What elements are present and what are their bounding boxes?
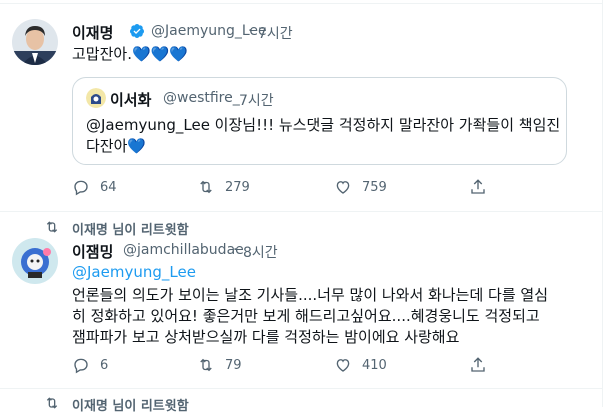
retweet-button[interactable]: 79 bbox=[197, 356, 242, 374]
avatar-quoted bbox=[86, 88, 106, 108]
share-button[interactable] bbox=[469, 178, 487, 196]
retweet-count: 279 bbox=[225, 179, 250, 195]
retweet-label[interactable]: 이재명 님이 리트윗함 bbox=[72, 219, 189, 238]
tweet-text-line-3: 잼파파가 보고 상처받으실까 다를 걱정하는 밤이에요 사랑해요 bbox=[72, 328, 460, 346]
quoted-text-line-1: @Jaemyung_Lee 이장님!!! 뉴스댓글 걱정하지 말라잔아 가좍들이… bbox=[86, 116, 561, 134]
avatar-jamming[interactable] bbox=[12, 238, 58, 284]
retweet-icon bbox=[200, 180, 212, 194]
like-button[interactable]: 410 bbox=[334, 356, 387, 374]
share-button[interactable] bbox=[469, 356, 487, 374]
reply-icon bbox=[74, 180, 88, 196]
like-count: 759 bbox=[362, 179, 387, 195]
top-divider bbox=[0, 3, 602, 4]
retweet-icon bbox=[46, 397, 58, 409]
like-button[interactable]: 759 bbox=[334, 178, 387, 196]
author-handle[interactable]: @jamchillabudae bbox=[123, 242, 244, 258]
share-icon bbox=[471, 357, 485, 372]
retweet-icon bbox=[200, 358, 212, 372]
timeline-border bbox=[602, 0, 603, 407]
author-name[interactable]: 이재명 bbox=[72, 22, 113, 43]
retweet-button[interactable]: 279 bbox=[197, 178, 250, 196]
author-name[interactable]: 이잼밍 bbox=[72, 241, 113, 262]
reply-count: 64 bbox=[100, 179, 117, 195]
tweet-divider bbox=[0, 388, 602, 389]
quoted-text-line-2: 다잔아💙 bbox=[86, 137, 147, 155]
dot-separator: · bbox=[248, 23, 253, 39]
heart-icon bbox=[336, 181, 350, 194]
retweet-icon bbox=[46, 221, 58, 233]
reply-count: 6 bbox=[100, 357, 109, 373]
retweet-label[interactable]: 이재명 님이 리트윗함 bbox=[72, 395, 189, 414]
avatar-jaemyung[interactable] bbox=[12, 19, 58, 65]
quoted-author-name[interactable]: 이서화 bbox=[110, 89, 151, 110]
retweet-count: 79 bbox=[225, 357, 242, 373]
tweet-text: 고맙잔아.💙💙💙 bbox=[72, 45, 188, 63]
mention-link[interactable]: @Jaemyung_Lee bbox=[72, 261, 196, 283]
tweet-divider bbox=[0, 211, 602, 212]
dot-separator: · bbox=[233, 242, 238, 258]
verified-badge-icon bbox=[129, 24, 144, 38]
tweet-text-line-1: 언론들의 의도가 보이는 날조 기사들....너무 많이 나와서 화나는데 다를… bbox=[72, 286, 548, 304]
reply-button[interactable]: 64 bbox=[72, 178, 117, 196]
quoted-tweet-time[interactable]: 7시간 bbox=[239, 90, 274, 110]
heart-icon bbox=[336, 359, 350, 372]
tweet-time[interactable]: 7시간 bbox=[258, 23, 293, 43]
share-icon bbox=[471, 179, 485, 194]
dot-separator: · bbox=[229, 90, 234, 106]
reply-icon bbox=[74, 358, 88, 374]
reply-button[interactable]: 6 bbox=[72, 356, 108, 374]
tweet-time[interactable]: 8시간 bbox=[243, 242, 278, 262]
tweet-text-line-2: 히 정화하고 있어요! 좋은거만 보게 해드리고싶어요....혜경웅니도 걱정되… bbox=[72, 307, 540, 325]
like-count: 410 bbox=[362, 357, 387, 373]
